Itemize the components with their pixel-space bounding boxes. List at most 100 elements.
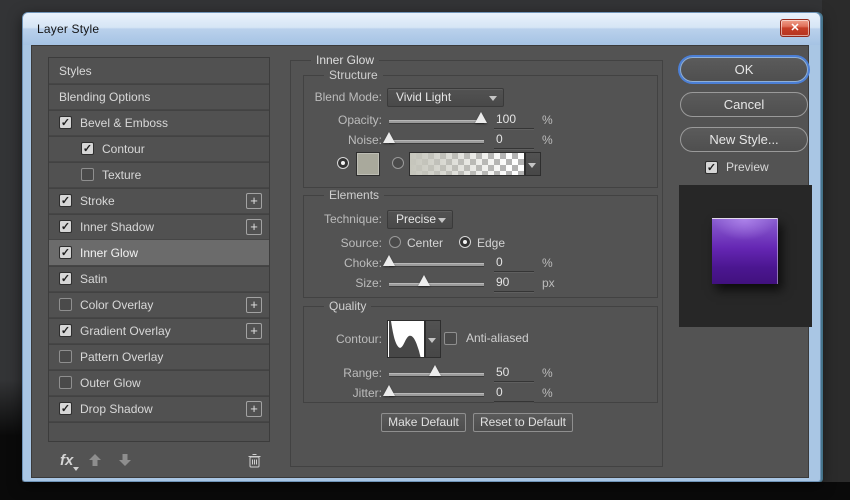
choke-slider[interactable] xyxy=(383,255,484,266)
sidebar-item-bevel-emboss[interactable]: ✓ Bevel & Emboss xyxy=(49,110,269,136)
add-effect-button[interactable]: + xyxy=(246,218,262,235)
anti-aliased-label: Anti-aliased xyxy=(466,331,529,345)
source-edge-label: Edge xyxy=(477,236,506,250)
sidebar-item-label: Gradient Overlay xyxy=(80,323,171,338)
size-slider-thumb[interactable] xyxy=(418,275,431,286)
glow-color-swatch[interactable] xyxy=(356,152,380,176)
range-slider[interactable] xyxy=(389,365,484,376)
anti-aliased-checkbox[interactable] xyxy=(444,332,457,345)
checked-checkbox[interactable]: ✓ xyxy=(59,272,72,285)
preview-thumbnail xyxy=(679,185,812,327)
sidebar-item-pattern-overlay[interactable]: Pattern Overlay xyxy=(49,344,269,370)
checked-checkbox[interactable]: ✓ xyxy=(59,324,72,337)
opacity-label: Opacity: xyxy=(337,113,382,127)
new-style-button[interactable]: New Style... xyxy=(680,127,808,152)
choke-label: Choke: xyxy=(343,256,382,270)
add-effect-button[interactable]: + xyxy=(246,400,262,417)
opacity-slider[interactable] xyxy=(389,112,488,123)
unchecked-checkbox[interactable] xyxy=(59,350,72,363)
source-center-radio[interactable] xyxy=(389,236,401,248)
gradient-fill-radio[interactable] xyxy=(392,157,404,169)
contour-picker[interactable] xyxy=(387,320,425,358)
add-effect-button[interactable]: + xyxy=(246,192,262,209)
sidebar-item-color-overlay[interactable]: Color Overlay + xyxy=(49,292,269,318)
chevron-down-icon xyxy=(489,96,497,101)
fx-menu-button[interactable]: fx xyxy=(60,452,80,471)
range-unit: % xyxy=(542,366,553,380)
blend-mode-value: Vivid Light xyxy=(396,90,452,104)
checked-checkbox[interactable]: ✓ xyxy=(59,246,72,259)
checked-checkbox[interactable]: ✓ xyxy=(81,142,94,155)
jitter-value-field[interactable]: 0 xyxy=(494,384,534,402)
unchecked-checkbox[interactable] xyxy=(59,376,72,389)
move-effect-down-button[interactable] xyxy=(117,452,133,468)
checked-checkbox[interactable]: ✓ xyxy=(59,220,72,233)
elements-group: Elements Technique: Precise Source: Cent… xyxy=(303,189,658,298)
checked-checkbox[interactable]: ✓ xyxy=(59,194,72,207)
sidebar-item-label: Blending Options xyxy=(59,89,151,104)
make-default-button[interactable]: Make Default xyxy=(381,413,466,432)
noise-slider-thumb[interactable] xyxy=(383,132,395,143)
reset-to-default-button[interactable]: Reset to Default xyxy=(473,413,573,432)
sidebar-footer: fx xyxy=(48,448,270,472)
blend-mode-select[interactable]: Vivid Light xyxy=(387,88,504,107)
sidebar-item-label: Outer Glow xyxy=(80,375,141,390)
add-effect-button[interactable]: + xyxy=(246,322,262,339)
delete-effect-button[interactable] xyxy=(246,452,262,468)
contour-label: Contour: xyxy=(335,332,382,346)
noise-slider[interactable] xyxy=(383,132,484,143)
sidebar-item-label: Stroke xyxy=(80,193,115,208)
panel-title: Inner Glow xyxy=(311,54,380,67)
size-label: Size: xyxy=(355,276,382,290)
contour-curve-icon xyxy=(389,321,421,357)
dialog-content: Styles Blending Options ✓ Bevel & Emboss ✓ Co… xyxy=(31,45,812,478)
range-value-field[interactable]: 50 xyxy=(494,364,534,382)
sidebar-item-texture[interactable]: Texture xyxy=(49,162,269,188)
jitter-slider-thumb[interactable] xyxy=(383,385,395,396)
technique-value: Precise xyxy=(396,212,437,226)
sidebar-item-label: Styles xyxy=(59,63,92,78)
sidebar-item-drop-shadow[interactable]: ✓ Drop Shadow + xyxy=(49,396,269,422)
range-slider-thumb[interactable] xyxy=(428,365,441,376)
arrow-up-icon xyxy=(89,454,102,466)
size-value-field[interactable]: 90 xyxy=(494,274,534,292)
choke-slider-thumb[interactable] xyxy=(383,255,395,266)
sidebar-item-outer-glow[interactable]: Outer Glow xyxy=(49,370,269,396)
noise-value-field[interactable]: 0 xyxy=(494,131,534,149)
choke-value-field[interactable]: 0 xyxy=(494,254,534,272)
source-label: Source: xyxy=(340,236,382,250)
titlebar[interactable]: Layer Style ✕ xyxy=(23,13,820,45)
sidebar-item-blending-options[interactable]: Blending Options xyxy=(49,84,269,110)
ok-button[interactable]: OK xyxy=(680,57,808,82)
sidebar-item-inner-glow[interactable]: ✓ Inner Glow xyxy=(49,240,269,266)
sidebar-item-stroke[interactable]: ✓ Stroke + xyxy=(49,188,269,214)
gradient-picker-button[interactable] xyxy=(525,152,541,176)
contour-dropdown-button[interactable] xyxy=(425,320,441,358)
noise-unit: % xyxy=(542,133,553,147)
checked-checkbox[interactable]: ✓ xyxy=(59,116,72,129)
checked-checkbox[interactable]: ✓ xyxy=(59,402,72,415)
sidebar-item-inner-shadow[interactable]: ✓ Inner Shadow + xyxy=(49,214,269,240)
jitter-row: Jitter: 0 % xyxy=(304,384,657,402)
unchecked-checkbox[interactable] xyxy=(59,298,72,311)
preview-checkbox[interactable]: ✓ xyxy=(705,160,718,174)
opacity-slider-thumb[interactable] xyxy=(475,112,488,123)
technique-select[interactable]: Precise xyxy=(387,210,453,229)
close-button[interactable]: ✕ xyxy=(780,19,810,37)
unchecked-checkbox[interactable] xyxy=(81,168,94,181)
blend-mode-row: Blend Mode: Vivid Light xyxy=(304,88,657,107)
sidebar-item-satin[interactable]: ✓ Satin xyxy=(49,266,269,292)
source-edge-radio[interactable] xyxy=(459,236,471,248)
size-slider[interactable] xyxy=(389,275,484,286)
add-effect-button[interactable]: + xyxy=(246,296,262,313)
size-unit: px xyxy=(542,276,555,290)
sidebar-item-styles[interactable]: Styles xyxy=(49,58,269,84)
opacity-value-field[interactable]: 100 xyxy=(494,111,534,129)
sidebar-item-gradient-overlay[interactable]: ✓ Gradient Overlay + xyxy=(49,318,269,344)
color-fill-radio[interactable] xyxy=(337,157,349,169)
sidebar-item-contour[interactable]: ✓ Contour xyxy=(49,136,269,162)
jitter-slider[interactable] xyxy=(383,385,484,396)
glow-gradient-swatch[interactable] xyxy=(409,152,525,176)
cancel-button[interactable]: Cancel xyxy=(680,92,808,117)
move-effect-up-button[interactable] xyxy=(87,452,103,468)
